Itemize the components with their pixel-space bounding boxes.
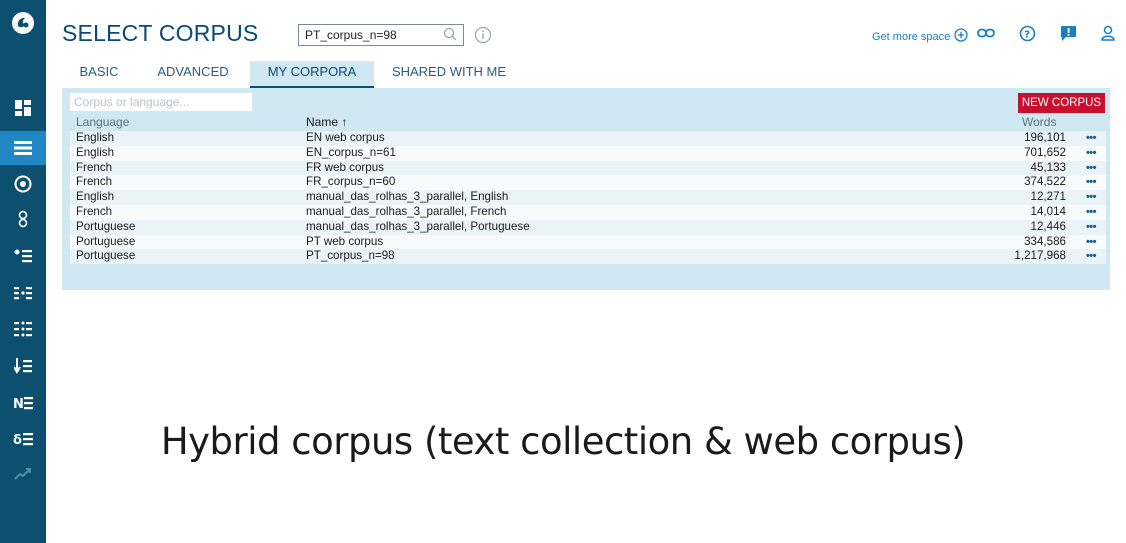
corpus-search-box[interactable] <box>298 24 464 46</box>
more-options-icon[interactable]: ••• <box>1086 205 1097 220</box>
help-icon[interactable]: ? <box>1019 25 1036 47</box>
row-name: PT web corpus <box>306 234 384 248</box>
row-words: 1,217,968 <box>1014 249 1066 263</box>
row-language: Portuguese <box>76 249 136 263</box>
row-name: manual_das_rolhas_3_parallel, English <box>306 190 509 204</box>
column-header-name[interactable]: Name ↑ <box>306 115 347 129</box>
row-name: manual_das_rolhas_3_parallel, Portuguese <box>306 219 530 233</box>
table-row[interactable]: French FR_corpus_n=60 374,522 ••• <box>70 175 1106 191</box>
more-options-icon[interactable]: ••• <box>1086 131 1097 146</box>
row-words: 45,133 <box>1030 160 1066 174</box>
more-options-icon[interactable]: ••• <box>1086 235 1097 250</box>
column-header-words[interactable]: Words <box>1022 115 1056 129</box>
more-options-icon[interactable]: ••• <box>1086 175 1097 190</box>
more-options-icon[interactable]: ••• <box>1086 249 1097 264</box>
get-more-space-link[interactable]: Get more space <box>872 28 968 45</box>
row-language: English <box>76 190 115 204</box>
keywords-icon[interactable] <box>0 350 46 382</box>
row-name: manual_das_rolhas_3_parallel, French <box>306 204 507 218</box>
column-header-language[interactable]: Language <box>76 115 129 129</box>
new-corpus-button[interactable]: NEW CORPUS <box>1018 93 1105 113</box>
corpus-list-icon[interactable] <box>0 131 46 165</box>
ngrams-icon[interactable]: N <box>0 387 46 419</box>
svg-text:N: N <box>13 397 24 410</box>
corpus-tabs: BASIC ADVANCED MY CORPORA SHARED WITH ME <box>62 61 662 88</box>
table-row[interactable]: Portuguese manual_das_rolhas_3_parallel, … <box>70 219 1106 235</box>
svg-text:?: ? <box>1024 30 1030 41</box>
row-words: 14,014 <box>1030 204 1066 218</box>
tab-basic[interactable]: BASIC <box>62 61 136 88</box>
thesaurus-icon[interactable] <box>0 240 46 272</box>
link-icon[interactable] <box>977 25 995 46</box>
info-icon[interactable] <box>474 26 492 49</box>
sketch-engine-logo-icon[interactable] <box>0 5 46 41</box>
row-name: EN_corpus_n=61 <box>306 145 396 159</box>
more-options-icon[interactable]: ••• <box>1086 220 1097 235</box>
row-words: 12,446 <box>1030 219 1066 233</box>
row-words: 701,652 <box>1024 145 1066 159</box>
row-words: 374,522 <box>1024 175 1066 189</box>
table-row[interactable]: Portuguese PT web corpus 334,586 ••• <box>70 234 1106 250</box>
row-name: PT_corpus_n=98 <box>306 249 395 263</box>
corpus-table-body: English EN web corpus 196,101 ••• English EN… <box>70 131 1106 265</box>
more-options-icon[interactable]: ••• <box>1086 190 1097 205</box>
row-words: 334,586 <box>1024 234 1066 248</box>
concordance-icon[interactable] <box>0 168 46 200</box>
row-words: 12,271 <box>1030 190 1066 204</box>
sketch-diff-icon[interactable] <box>0 277 46 309</box>
table-row[interactable]: English manual_das_rolhas_3_parallel, Eng… <box>70 190 1106 205</box>
user-account-icon[interactable] <box>1100 25 1116 47</box>
corpus-table-panel: NEW CORPUS Language Name ↑ Words English… <box>62 88 1110 290</box>
row-name: FR web corpus <box>306 160 384 174</box>
tab-advanced[interactable]: ADVANCED <box>142 61 244 88</box>
row-name: FR_corpus_n=60 <box>306 175 396 189</box>
row-language: French <box>76 160 113 174</box>
wordlist-icon[interactable] <box>0 313 46 345</box>
get-more-space-label: Get more space <box>872 30 951 43</box>
tab-my-corpora[interactable]: MY CORPORA <box>250 61 374 88</box>
row-language: English <box>76 145 115 159</box>
page-title: SELECT CORPUS <box>62 20 259 46</box>
table-row[interactable]: Portuguese PT_corpus_n=98 1,217,968 ••• <box>70 249 1106 265</box>
slide-caption: Hybrid corpus (text collection & web cor… <box>160 420 966 463</box>
corpus-search-input[interactable] <box>305 28 435 42</box>
row-words: 196,101 <box>1024 131 1066 144</box>
table-row[interactable]: French FR web corpus 45,133 ••• <box>70 160 1106 176</box>
table-row[interactable]: English EN web corpus 196,101 ••• <box>70 131 1106 146</box>
row-name: EN web corpus <box>306 131 385 144</box>
feedback-icon[interactable] <box>1060 25 1077 47</box>
row-language: Portuguese <box>76 219 136 233</box>
row-language: English <box>76 131 115 144</box>
table-row[interactable]: English EN_corpus_n=61 701,652 ••• <box>70 145 1106 161</box>
table-row[interactable]: French manual_das_rolhas_3_parallel, Fren… <box>70 204 1106 220</box>
tab-shared-with-me[interactable]: SHARED WITH ME <box>382 61 516 88</box>
row-language: Portuguese <box>76 234 136 248</box>
row-language: French <box>76 175 113 189</box>
row-language: French <box>76 204 113 218</box>
plus-circle-icon <box>954 28 968 45</box>
search-icon[interactable] <box>443 27 457 48</box>
dashboard-icon[interactable] <box>0 92 46 124</box>
corpus-filter-input[interactable] <box>70 93 252 111</box>
more-options-icon[interactable]: ••• <box>1086 146 1097 161</box>
more-options-icon[interactable]: ••• <box>1086 161 1097 176</box>
word-sketch-icon[interactable] <box>0 203 46 235</box>
